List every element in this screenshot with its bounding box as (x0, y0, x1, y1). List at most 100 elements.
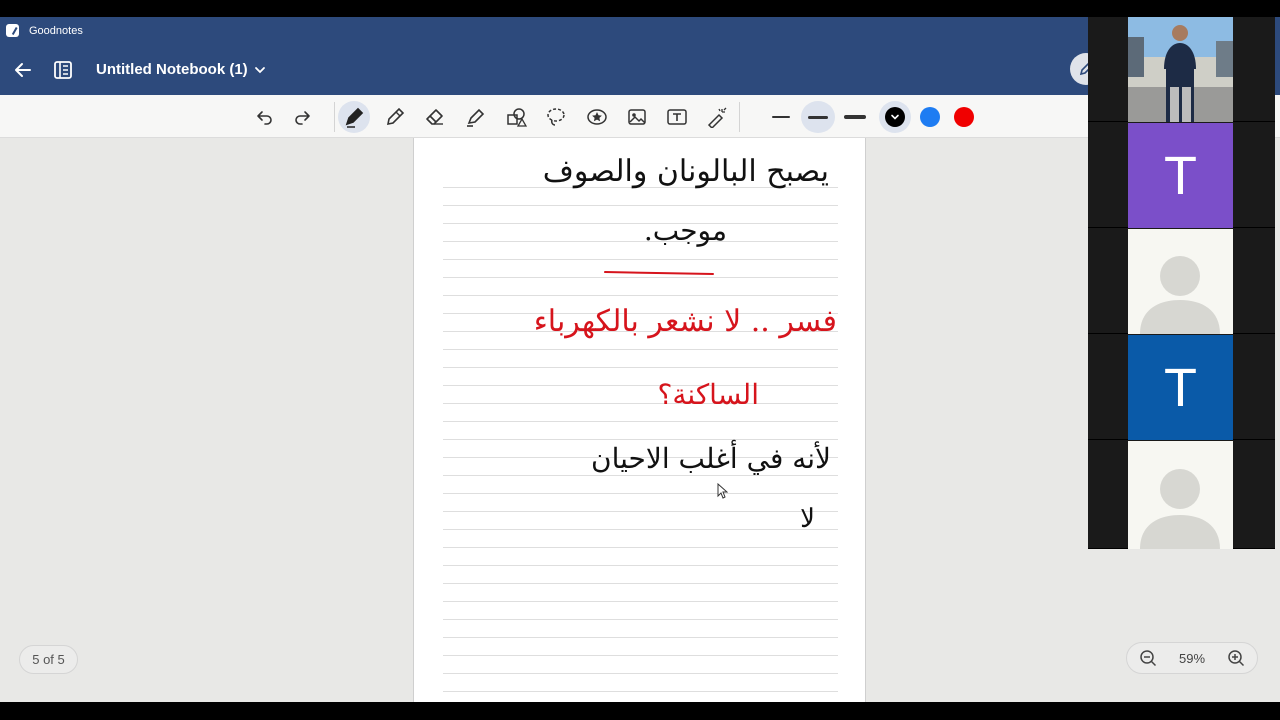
ruled-line (443, 493, 838, 494)
redo-button[interactable] (286, 101, 318, 133)
participant-initial-tile: T (1128, 335, 1233, 440)
lasso-icon (547, 108, 565, 126)
page-counter[interactable]: 5 of 5 (19, 645, 78, 674)
stroke-medium-indicator (808, 115, 828, 119)
stroke-thin-indicator (772, 116, 790, 118)
zoom-control: 59% (1126, 642, 1258, 674)
ruled-line (443, 637, 838, 638)
red-underline-stroke (603, 271, 715, 275)
highlighter-tool[interactable] (459, 101, 491, 133)
laser-pointer-tool[interactable] (701, 101, 733, 133)
image-icon (628, 109, 646, 125)
stroke-thick-indicator (844, 115, 866, 119)
sticker-tool[interactable] (581, 101, 613, 133)
default-avatar-icon (1140, 256, 1220, 334)
ruled-line (443, 565, 838, 566)
handwriting-line: يصبح البالونان والصوف (542, 154, 829, 189)
ruled-line (443, 655, 838, 656)
zoom-level: 59% (1178, 650, 1206, 666)
zoom-out-button[interactable] (1137, 647, 1159, 669)
ruled-line (443, 277, 838, 278)
color-red-button[interactable] (954, 107, 974, 127)
letterbox-top (0, 0, 1280, 17)
lasso-tool[interactable] (540, 101, 572, 133)
participant-tile[interactable]: T (1088, 335, 1275, 440)
pen-icon (345, 107, 364, 128)
stroke-medium-button[interactable] (801, 101, 835, 133)
ruled-line (443, 295, 838, 296)
color-black-button[interactable] (879, 101, 911, 133)
handwriting-line: لأنه في أغلب الاحيان (591, 442, 831, 475)
ruled-line (443, 475, 838, 476)
arrow-left-icon (15, 62, 31, 77)
handwriting-line: موجب. (643, 214, 727, 247)
notebook-title: Untitled Notebook (1) (96, 61, 248, 78)
pencil-tool[interactable] (379, 101, 411, 133)
undo-button[interactable] (249, 101, 281, 133)
goodnotes-icon (6, 24, 19, 37)
stroke-thin-button[interactable] (764, 101, 798, 133)
ruled-line (443, 601, 838, 602)
toolbar-separator (334, 102, 335, 132)
ruled-line (443, 349, 838, 350)
ruled-line (443, 421, 838, 422)
pencil-icon (386, 107, 405, 126)
ruled-line (443, 403, 838, 404)
redo-icon (295, 111, 310, 125)
undo-icon (257, 111, 272, 125)
ruled-line (443, 439, 838, 440)
outline-icon (54, 60, 72, 79)
participant-tile[interactable]: T (1088, 123, 1275, 228)
image-tool[interactable] (621, 101, 653, 133)
ruled-line (443, 367, 838, 368)
stroke-thick-button[interactable] (838, 101, 872, 133)
ruled-line (443, 259, 838, 260)
handwriting-line: لا (800, 504, 815, 534)
participant-initial: T (1164, 357, 1197, 418)
color-blue-button[interactable] (920, 107, 940, 127)
chevron-down-icon (891, 114, 899, 120)
ruled-line (443, 223, 838, 224)
ruled-line (443, 583, 838, 584)
eraser-tool[interactable] (419, 101, 451, 133)
letterbox-bottom (0, 702, 1280, 720)
zoom-out-icon (1140, 650, 1157, 667)
participant-tile[interactable] (1088, 17, 1275, 122)
ruled-line (443, 529, 838, 530)
toolbar-separator (739, 102, 740, 132)
text-box-icon (667, 109, 687, 125)
handwriting-line: فسر .. لا نشعر بالكهرباء (533, 304, 837, 339)
participant-initial-tile: T (1128, 123, 1233, 228)
shapes-icon (507, 108, 527, 127)
chevron-down-icon (254, 66, 265, 73)
default-avatar-icon (1140, 469, 1220, 549)
ruled-line (443, 511, 838, 512)
ruled-line (443, 673, 838, 674)
participant-tile[interactable] (1088, 229, 1275, 334)
sticker-icon (587, 109, 607, 125)
notebook-title-button[interactable]: Untitled Notebook (1) (96, 61, 266, 78)
ruled-line (443, 385, 838, 386)
zoom-in-button[interactable] (1225, 647, 1247, 669)
mouse-cursor-icon (717, 483, 728, 499)
laser-pointer-icon (707, 107, 727, 128)
ruled-line (443, 619, 838, 620)
handwriting-line: الساكنة؟ (657, 378, 759, 411)
color-black-swatch (885, 107, 905, 127)
video-participants-panel: T T (1088, 17, 1275, 549)
ruled-line (443, 691, 838, 692)
participant-avatar (1128, 441, 1233, 549)
zoom-in-icon (1228, 650, 1245, 667)
back-button[interactable] (10, 57, 36, 83)
participant-tile[interactable] (1088, 441, 1275, 549)
pen-tool[interactable] (338, 101, 370, 133)
outline-button[interactable] (50, 57, 76, 83)
ruled-line (443, 205, 838, 206)
highlighter-icon (467, 108, 485, 127)
ruled-line (443, 547, 838, 548)
shapes-tool[interactable] (500, 101, 532, 133)
text-tool[interactable] (661, 101, 693, 133)
screen: { "app": { "title": "Goodnotes", "icon":… (0, 0, 1280, 720)
notebook-page[interactable]: يصبح البالونان والصوف موجب. فسر .. لا نش… (413, 138, 866, 702)
participant-initial: T (1164, 145, 1197, 206)
